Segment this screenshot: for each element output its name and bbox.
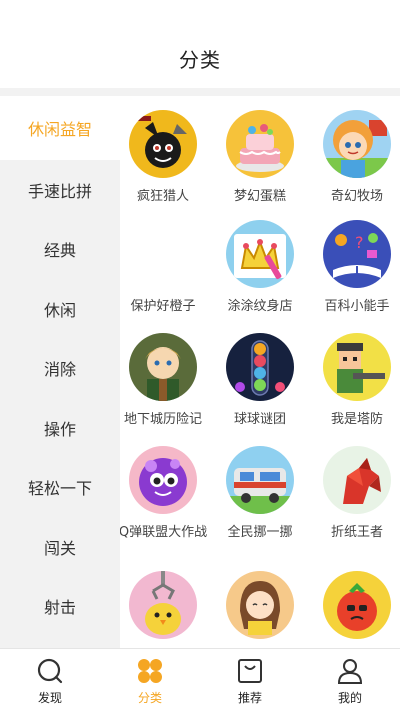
- blocky-soldier-icon: [323, 333, 391, 401]
- game-name: Q弹联盟大作战: [120, 525, 208, 540]
- category-sidebar: 休闲益智 手速比拼 经典 休闲 消除 操作 轻松一下 闯关 射击: [0, 96, 120, 648]
- game-item[interactable]: 我是塔防: [310, 333, 400, 428]
- game-item[interactable]: 地下城历险记: [120, 333, 210, 428]
- game-item[interactable]: 涂涂纹身店: [213, 220, 307, 315]
- purple-blob-icon: [129, 446, 197, 514]
- game-item[interactable]: 梦幻蛋糕: [213, 110, 307, 205]
- game-item[interactable]: 全民挪一挪: [213, 446, 307, 541]
- svg-text:?: ?: [355, 233, 364, 252]
- origami-rooster-icon: [323, 446, 391, 514]
- game-item[interactable]: [120, 571, 210, 648]
- train-icon: [226, 446, 294, 514]
- game-name: 折纸王者: [330, 525, 383, 540]
- profile-icon: [337, 659, 363, 684]
- bottom-tab-bar: 发现 分类 推荐 我的: [0, 648, 400, 711]
- sidebar-item-speed[interactable]: 手速比拼: [0, 160, 120, 220]
- discover-icon: [37, 658, 63, 684]
- crown-drawing-icon: [226, 220, 294, 288]
- page-title: 分类: [179, 48, 221, 72]
- farm-girl-icon: [323, 110, 391, 178]
- claw-chick-icon: [129, 571, 197, 639]
- game-name: 地下城历险记: [123, 412, 202, 427]
- tab-discover[interactable]: 发现: [0, 649, 100, 711]
- girl-reading-icon: [226, 571, 294, 639]
- game-item[interactable]: 折纸王者: [310, 446, 400, 541]
- game-name: 疯狂猎人: [136, 189, 189, 204]
- game-name: 全民挪一挪: [227, 525, 293, 540]
- game-name: 球球谜团: [233, 412, 286, 427]
- game-name: 我是塔防: [330, 412, 383, 427]
- tab-label: 分类: [137, 691, 162, 705]
- game-item[interactable]: [310, 571, 400, 648]
- angry-tomato-icon: [323, 571, 391, 639]
- game-name: 百科小能手: [324, 299, 390, 314]
- game-item[interactable]: 疯狂猎人: [120, 110, 210, 205]
- recommend-bag-icon: [238, 659, 262, 683]
- game-item[interactable]: [213, 571, 307, 648]
- tab-recommend[interactable]: 推荐: [200, 649, 300, 711]
- game-item[interactable]: 球球谜团: [213, 333, 307, 428]
- game-name: 保护好橙子: [130, 299, 196, 314]
- game-item[interactable]: Q弹联盟大作战: [120, 446, 210, 541]
- elf-warrior-icon: [129, 333, 197, 401]
- sidebar-item-classic[interactable]: 经典: [0, 220, 120, 280]
- game-item[interactable]: ? 百科小能手: [310, 220, 400, 315]
- sidebar-item-operation[interactable]: 操作: [0, 398, 120, 458]
- tab-profile[interactable]: 我的: [300, 649, 400, 711]
- game-item[interactable]: 奇幻牧场: [310, 110, 400, 205]
- empty-icon-placeholder: [129, 220, 197, 288]
- sidebar-item-shooting[interactable]: 射击: [0, 577, 120, 637]
- tab-category[interactable]: 分类: [100, 649, 200, 711]
- sidebar-item-levels[interactable]: 闯关: [0, 517, 120, 577]
- game-item[interactable]: 保护好橙子: [120, 220, 210, 315]
- sidebar-item-relax[interactable]: 轻松一下: [0, 458, 120, 518]
- tab-label: 发现: [37, 691, 62, 705]
- game-name: 涂涂纹身店: [227, 299, 293, 314]
- category-icon: [138, 659, 162, 683]
- tab-label: 我的: [337, 691, 362, 705]
- tab-label: 推荐: [237, 691, 262, 705]
- game-name: 梦幻蛋糕: [233, 189, 286, 204]
- header: 分类: [0, 0, 400, 92]
- header-divider: [0, 88, 400, 96]
- encyclopedia-book-icon: ?: [323, 220, 391, 288]
- sidebar-item-casual[interactable]: 休闲: [0, 279, 120, 339]
- game-name: 奇幻牧场: [330, 189, 383, 204]
- sidebar-item-match[interactable]: 消除: [0, 339, 120, 399]
- cake-icon: [226, 110, 294, 178]
- sidebar-item-casual-puzzle[interactable]: 休闲益智: [0, 96, 120, 160]
- ball-tube-icon: [226, 333, 294, 401]
- game-grid: 疯狂猎人 梦幻蛋糕 奇幻牧场 保护好橙子 涂涂纹身店 ? 百科小能手 地下城历险…: [120, 110, 400, 648]
- stick-figure-hunter-icon: [129, 110, 197, 178]
